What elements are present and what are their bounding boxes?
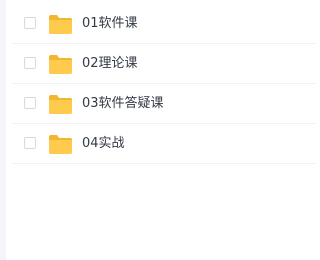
file-list-panel: 01软件课 02理论课 03软件答疑课 04实战	[0, 0, 316, 260]
list-item-folder-03[interactable]: 03软件答疑课	[12, 84, 316, 124]
list-item-folder-02[interactable]: 02理论课	[12, 44, 316, 84]
list-item-folder-04[interactable]: 04实战	[12, 124, 316, 164]
folder-icon	[49, 135, 72, 154]
row-checkbox[interactable]	[24, 17, 36, 29]
folder-name[interactable]: 02理论课	[82, 55, 138, 73]
folder-icon	[49, 95, 72, 114]
folder-icon	[49, 15, 72, 34]
row-checkbox[interactable]	[24, 137, 36, 149]
row-checkbox[interactable]	[24, 57, 36, 69]
folder-name[interactable]: 04实战	[82, 135, 125, 153]
folder-icon	[49, 55, 72, 74]
file-list: 01软件课 02理论课 03软件答疑课 04实战	[12, 0, 316, 164]
folder-name[interactable]: 01软件课	[82, 15, 138, 33]
list-item-folder-01[interactable]: 01软件课	[12, 4, 316, 44]
row-checkbox[interactable]	[24, 97, 36, 109]
folder-name[interactable]: 03软件答疑课	[82, 95, 164, 113]
